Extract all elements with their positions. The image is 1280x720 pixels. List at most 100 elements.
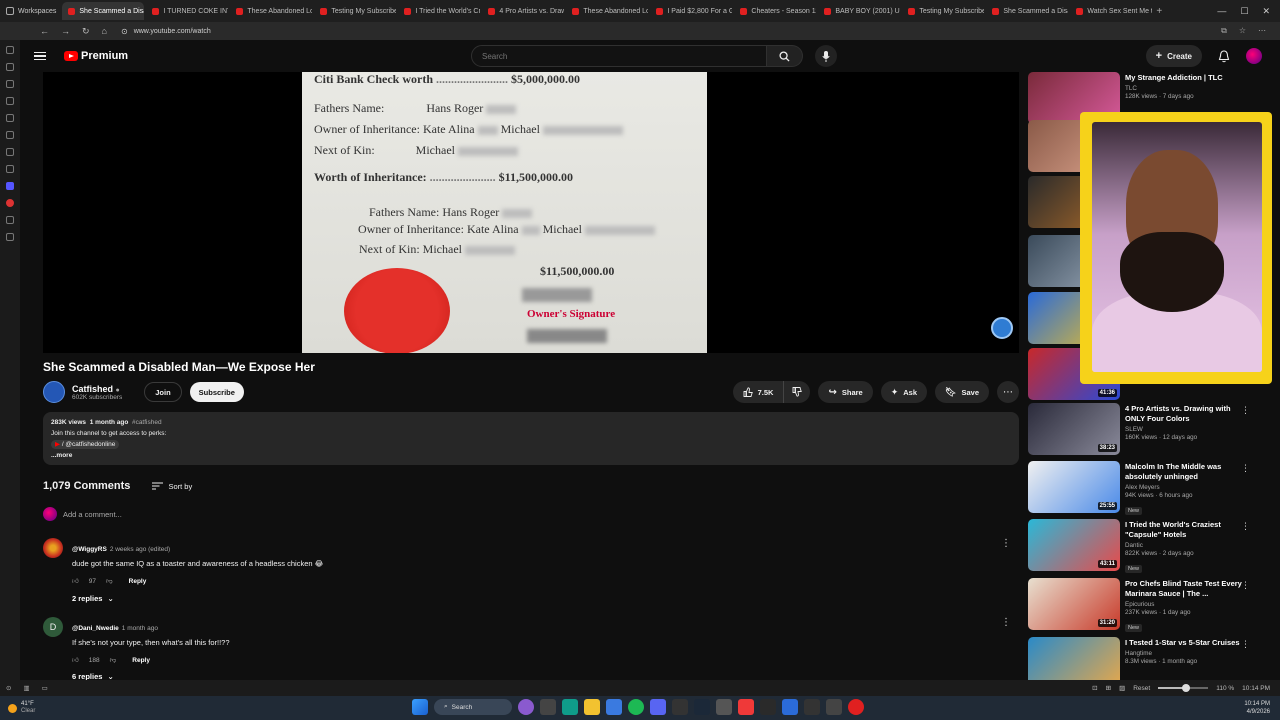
recommendation-menu-icon[interactable]: ⋮	[1241, 405, 1250, 416]
browser-tab[interactable]: BABY BOY (2001) UNSE...	[818, 2, 900, 20]
browser-tab[interactable]: 4 Pro Artists vs. Drawing...	[482, 2, 564, 20]
recommendation-menu-icon[interactable]: ⋮	[1241, 580, 1250, 591]
recommendation-thumbnail[interactable]: 43:11	[1028, 519, 1120, 571]
youtube-logo[interactable]: Premium	[64, 50, 128, 62]
view-replies-button[interactable]: 2 replies ⌄	[72, 594, 114, 603]
file-explorer-icon[interactable]	[584, 699, 600, 715]
reply-button[interactable]: Reply	[129, 578, 147, 585]
voice-search-button[interactable]	[815, 45, 837, 67]
notifications-bell-icon[interactable]	[1218, 49, 1230, 63]
maximize-icon[interactable]: ☐	[1240, 6, 1248, 17]
app-icon[interactable]	[606, 699, 622, 715]
browser-tab[interactable]: These Abandoned Locat...	[230, 2, 312, 20]
image-icon[interactable]: ▨	[1119, 684, 1125, 692]
recommendation-menu-icon[interactable]: ⋮	[1241, 639, 1250, 650]
search-input[interactable]	[471, 45, 767, 67]
search-button[interactable]	[767, 45, 803, 67]
recommendation-menu-icon[interactable]: ⋮	[1241, 521, 1250, 532]
sidebar-bookmarks-icon[interactable]	[6, 63, 14, 71]
browser-tab[interactable]: She Scammed a Disabl...	[986, 2, 1068, 20]
reload-icon[interactable]: ↻	[82, 26, 90, 37]
browser-tab[interactable]: She Scammed a Disabl...	[62, 2, 145, 20]
share-button[interactable]: ↪ Share	[818, 381, 873, 403]
recommendation-item[interactable]: 43:11 I Tried the World's Craziest "Capsu…	[1028, 519, 1258, 573]
comment-menu-icon[interactable]: ⋮	[1001, 538, 1011, 549]
video-player[interactable]: Citi Bank Check worth ..................…	[43, 72, 1019, 353]
capture-icon[interactable]: ⊞	[1106, 684, 1111, 692]
recommendation-item[interactable]: 31:20 Pro Chefs Blind Taste Test Every Ma…	[1028, 578, 1258, 632]
browser-tab[interactable]: I Paid $2,800 For a GIA...	[650, 2, 732, 20]
site-info-icon[interactable]: ⊙	[121, 27, 128, 36]
sidebar-history-icon[interactable]	[6, 80, 14, 88]
zoom-reset-button[interactable]: Reset	[1133, 685, 1150, 692]
vivaldi-icon[interactable]	[738, 699, 754, 715]
recommendation-thumbnail[interactable]: 38:23	[1028, 403, 1120, 455]
steam-icon[interactable]	[694, 699, 710, 715]
channel-watermark-icon[interactable]	[991, 317, 1013, 339]
more-actions-button[interactable]: ⋯	[997, 381, 1019, 403]
comment-author[interactable]: @WiggyRS	[72, 546, 107, 553]
spotify-icon[interactable]	[628, 699, 644, 715]
channel-avatar[interactable]	[43, 381, 65, 403]
comment-avatar[interactable]	[43, 538, 63, 558]
menu-dots-icon[interactable]: ⋯	[1258, 26, 1266, 36]
description-box[interactable]: 283K views 1 month ago #catfished Join t…	[43, 412, 1019, 465]
window-icon[interactable]: ▭	[42, 684, 48, 692]
recommendation-thumbnail[interactable]: 31:20	[1028, 578, 1120, 630]
browser-tab[interactable]: I TURNED COKE INTO...	[146, 2, 228, 20]
capcut-icon[interactable]	[716, 699, 732, 715]
sidebar-notes-icon[interactable]	[6, 114, 14, 122]
taskbar-clock[interactable]: 10:14 PM 4/9/2026	[1244, 700, 1280, 716]
obs-icon[interactable]	[760, 699, 776, 715]
tiling-icon[interactable]: ▥	[23, 684, 29, 692]
like-button[interactable]: 7.5K	[732, 381, 785, 403]
save-button[interactable]: 🔖︎ Save	[935, 381, 989, 403]
workspaces-button[interactable]: Workspaces	[0, 0, 62, 22]
sidebar-add-panel-icon[interactable]	[6, 216, 14, 224]
recommendation-menu-icon[interactable]: ⋮	[1241, 463, 1250, 474]
forward-icon[interactable]: →	[61, 26, 70, 37]
close-icon[interactable]: ✕	[1262, 6, 1270, 17]
browser-tab[interactable]: These Abandoned Locat...	[566, 2, 648, 20]
channel-link[interactable]: ▶ / @catfishedonline	[51, 440, 120, 449]
account-avatar[interactable]	[1246, 48, 1262, 64]
edge-icon[interactable]	[782, 699, 798, 715]
channel-name[interactable]: Catfished ●	[72, 384, 122, 394]
subscribe-button[interactable]: Subscribe	[189, 382, 244, 402]
browser-tab[interactable]: Testing My Subscriber...	[314, 2, 396, 20]
url-field[interactable]: www.youtube.com/watch	[134, 28, 211, 35]
sidebar-vivaldi-icon[interactable]	[6, 199, 14, 207]
ask-button[interactable]: ✦ Ask	[880, 381, 928, 403]
sidebar-calendar-icon[interactable]	[6, 148, 14, 156]
create-button[interactable]: + Create	[1145, 45, 1202, 67]
description-more-link[interactable]: ...more	[51, 450, 1011, 461]
zoom-slider[interactable]	[1158, 684, 1209, 692]
comment-menu-icon[interactable]: ⋮	[1001, 617, 1011, 628]
sidebar-reader-icon[interactable]	[6, 165, 14, 173]
browser-tab[interactable]: I Tried the World's Craz...	[398, 2, 480, 20]
home-icon[interactable]: ⌂	[102, 26, 107, 37]
copilot-icon[interactable]	[518, 699, 534, 715]
bookmark-icon[interactable]: ☆	[1239, 26, 1246, 36]
panel-toggle-icon[interactable]: ⊙	[6, 684, 11, 692]
task-view-icon[interactable]	[540, 699, 556, 715]
add-comment-input[interactable]: Add a comment...	[63, 510, 122, 519]
recommendation-item[interactable]: 25:55 Malcolm In The Middle was absolutel…	[1028, 461, 1258, 515]
new-tab-button[interactable]: +	[1152, 6, 1166, 17]
comment-avatar[interactable]: D	[43, 617, 63, 637]
terminal-icon[interactable]	[672, 699, 688, 715]
comment-dislike-icon[interactable]: 👎︎	[106, 577, 113, 585]
calculator-icon[interactable]	[826, 699, 842, 715]
media-icon[interactable]	[804, 699, 820, 715]
discord-icon[interactable]	[650, 699, 666, 715]
start-windows-icon[interactable]	[412, 699, 428, 715]
join-button[interactable]: Join	[144, 382, 182, 402]
dislike-button[interactable]	[784, 381, 811, 403]
comment-like-icon[interactable]: 👍︎	[72, 577, 79, 585]
sidebar-tabs-icon[interactable]	[6, 46, 14, 54]
browser-tab[interactable]: Testing My Subscriber...	[902, 2, 984, 20]
sidebar-messenger-icon[interactable]	[6, 182, 14, 190]
sort-comments-button[interactable]: Sort by	[152, 482, 192, 491]
recommendation-thumbnail[interactable]	[1028, 637, 1120, 680]
comment-dislike-icon[interactable]: 👎︎	[110, 656, 117, 664]
